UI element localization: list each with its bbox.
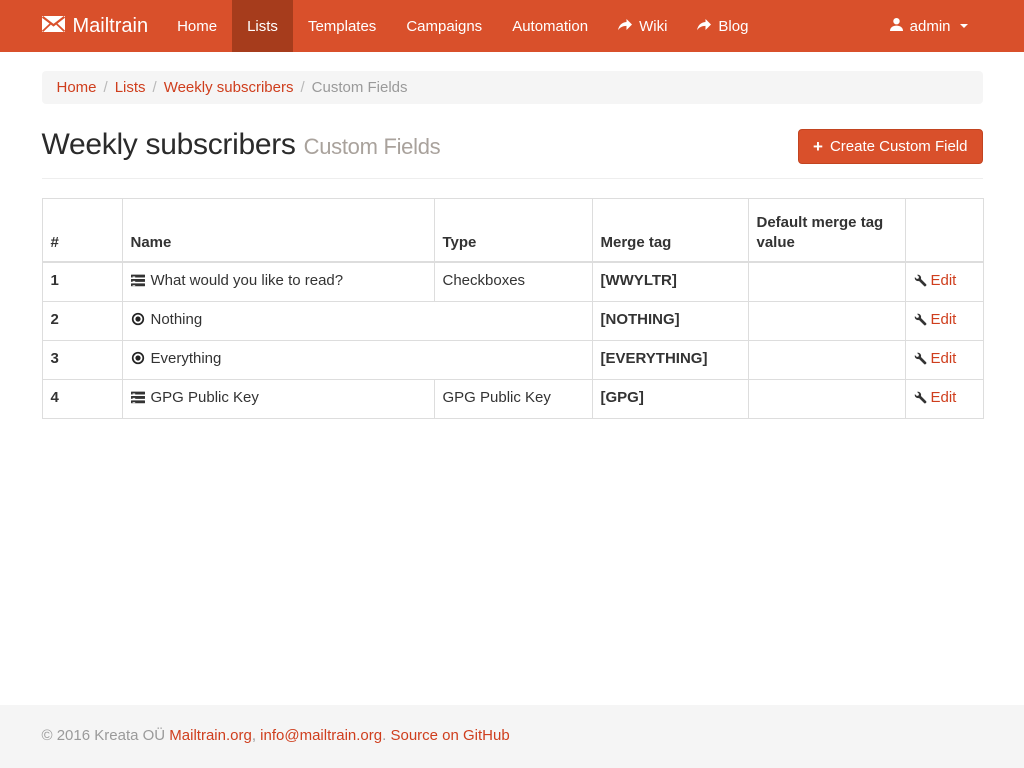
table-row: 2Nothing[NOTHING] Edit xyxy=(42,302,983,341)
nav-item-templates[interactable]: Templates xyxy=(293,0,391,52)
record-icon xyxy=(131,312,145,332)
github-source-link[interactable]: Source on GitHub xyxy=(390,727,509,744)
field-name: Nothing xyxy=(122,302,592,341)
page-title: Weekly subscribersCustom Fields xyxy=(42,128,441,162)
nav-item-wiki[interactable]: Wiki xyxy=(603,0,682,52)
chevron-down-icon xyxy=(960,24,968,28)
default-merge-tag-value xyxy=(748,341,905,380)
mailtrain-org-link[interactable]: Mailtrain.org xyxy=(169,727,252,744)
col-header-merge-tag: Merge tag xyxy=(592,199,748,263)
plus-icon: + xyxy=(813,140,823,154)
table-row: 3Everything[EVERYTHING] Edit xyxy=(42,341,983,380)
header-divider xyxy=(42,178,983,179)
merge-tag: [EVERYTHING] xyxy=(592,341,748,380)
field-index: 4 xyxy=(42,380,122,419)
default-merge-tag-value xyxy=(748,380,905,419)
col-header-num: # xyxy=(42,199,122,263)
copyright-text: © 2016 Kreata OÜ xyxy=(42,727,170,744)
actions-cell: Edit xyxy=(905,262,983,302)
wrench-icon xyxy=(914,272,931,289)
col-header-type: Type xyxy=(434,199,592,263)
col-header-actions xyxy=(905,199,983,263)
user-label: admin xyxy=(910,18,951,35)
default-merge-tag-value xyxy=(748,262,905,302)
actions-cell: Edit xyxy=(905,380,983,419)
field-index: 1 xyxy=(42,262,122,302)
wrench-icon xyxy=(914,389,931,406)
field-index: 2 xyxy=(42,302,122,341)
page-subtitle: Custom Fields xyxy=(304,134,441,159)
breadcrumb-lists[interactable]: Lists xyxy=(115,79,146,96)
col-header-default-value: Default merge tag value xyxy=(748,199,905,263)
top-navbar: Mailtrain Home Lists Templates Campaigns… xyxy=(0,0,1024,52)
nav-item-lists[interactable]: Lists xyxy=(232,0,293,52)
brand-logo[interactable]: Mailtrain xyxy=(42,0,163,52)
col-header-name: Name xyxy=(122,199,434,263)
edit-link[interactable]: Edit xyxy=(931,389,957,406)
record-icon xyxy=(131,351,145,371)
edit-link[interactable]: Edit xyxy=(931,350,957,367)
create-custom-field-button[interactable]: + Create Custom Field xyxy=(798,129,983,164)
envelope-icon xyxy=(42,15,65,38)
field-index: 3 xyxy=(42,341,122,380)
field-type: GPG Public Key xyxy=(434,380,592,419)
breadcrumb-current: Custom Fields xyxy=(312,79,408,96)
field-type: Checkboxes xyxy=(434,262,592,302)
email-link[interactable]: info@mailtrain.org xyxy=(260,727,382,744)
field-name: Everything xyxy=(122,341,592,380)
merge-tag: [NOTHING] xyxy=(592,302,748,341)
field-name: What would you like to read? xyxy=(122,262,434,302)
breadcrumb-home[interactable]: Home xyxy=(57,79,97,96)
list-icon xyxy=(131,390,145,410)
edit-link[interactable]: Edit xyxy=(931,311,957,328)
field-name: GPG Public Key xyxy=(122,380,434,419)
table-row: 4GPG Public KeyGPG Public Key[GPG]Edit xyxy=(42,380,983,419)
breadcrumb: Home/Lists/Weekly subscribers/Custom Fie… xyxy=(42,71,983,104)
user-menu[interactable]: admin xyxy=(875,0,983,52)
share-icon xyxy=(697,18,711,35)
merge-tag: [GPG] xyxy=(592,380,748,419)
actions-cell: Edit xyxy=(905,302,983,341)
main-nav: Home Lists Templates Campaigns Automatio… xyxy=(162,0,763,52)
nav-item-automation[interactable]: Automation xyxy=(497,0,603,52)
breadcrumb-weekly-subscribers[interactable]: Weekly subscribers xyxy=(164,79,294,96)
nav-item-home[interactable]: Home xyxy=(162,0,232,52)
table-row: 1What would you like to read?Checkboxes[… xyxy=(42,262,983,302)
custom-fields-table: # Name Type Merge tag Default merge tag … xyxy=(42,198,984,419)
footer: © 2016 Kreata OÜ Mailtrain.org, info@mai… xyxy=(0,705,1024,768)
wrench-icon xyxy=(914,350,931,367)
user-icon xyxy=(890,18,903,35)
nav-item-blog[interactable]: Blog xyxy=(682,0,763,52)
wrench-icon xyxy=(914,311,931,328)
list-icon xyxy=(131,273,145,293)
actions-cell: Edit xyxy=(905,341,983,380)
merge-tag: [WWYLTR] xyxy=(592,262,748,302)
table-header-row: # Name Type Merge tag Default merge tag … xyxy=(42,199,983,263)
nav-item-campaigns[interactable]: Campaigns xyxy=(391,0,497,52)
share-icon xyxy=(618,18,632,35)
edit-link[interactable]: Edit xyxy=(931,272,957,289)
default-merge-tag-value xyxy=(748,302,905,341)
brand-name: Mailtrain xyxy=(73,15,149,38)
